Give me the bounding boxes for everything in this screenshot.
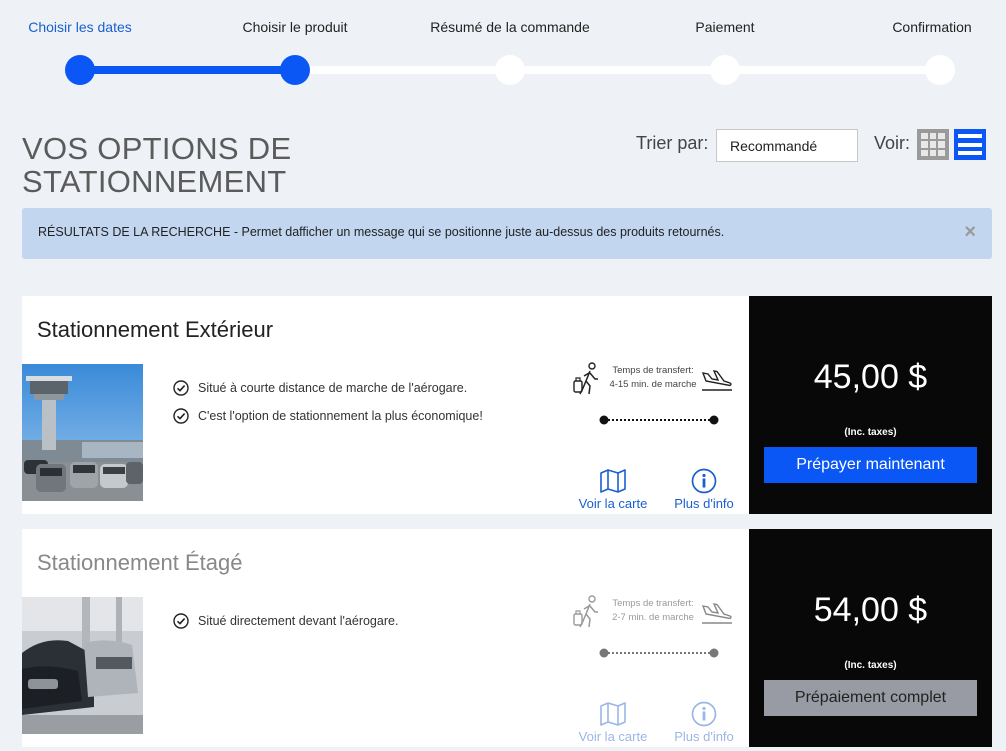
alert-message: RÉSULTATS DE LA RECHERCHE - Permet daffi… bbox=[38, 225, 725, 239]
step-label-payment: Paiement bbox=[695, 19, 755, 35]
feature-text: C'est l'option de stationnement la plus … bbox=[198, 409, 483, 423]
product-title: Stationnement Extérieur bbox=[37, 317, 274, 342]
walking-luggage-icon bbox=[573, 362, 598, 395]
map-icon bbox=[600, 702, 626, 726]
step-dot-confirmation bbox=[925, 55, 955, 85]
sort-label: Trier par: bbox=[636, 133, 709, 153]
prepay-now-button[interactable]: Prépayer maintenant bbox=[764, 447, 977, 483]
stepper-progress bbox=[80, 66, 295, 74]
step-label-confirmation: Confirmation bbox=[892, 19, 972, 35]
feature-item: Situé à courte distance de marche de l'a… bbox=[173, 374, 483, 402]
product-card-exterieur: Stationnement Extérieur Situé à courte d… bbox=[22, 296, 992, 514]
grid-icon bbox=[921, 133, 928, 140]
step-label-summary: Résumé de la commande bbox=[430, 19, 590, 35]
feature-text: Situé directement devant l'aérogare. bbox=[198, 614, 399, 628]
more-info-link[interactable]: Plus d'info bbox=[666, 468, 742, 511]
price-panel: 54,00 $ (Inc. taxes) Prépaiement complet bbox=[749, 529, 992, 747]
info-icon bbox=[691, 468, 717, 494]
check-circle-icon bbox=[173, 380, 189, 396]
info-icon bbox=[691, 701, 717, 727]
tax-note: (Inc. taxes) bbox=[844, 660, 897, 671]
product-price: 54,00 $ bbox=[813, 591, 928, 629]
feature-text: Situé à courte distance de marche de l'a… bbox=[198, 381, 468, 395]
product-price: 45,00 $ bbox=[813, 358, 928, 396]
transfer-distance-line bbox=[599, 415, 719, 425]
feature-item: C'est l'option de stationnement la plus … bbox=[173, 402, 483, 430]
product-features: Situé à courte distance de marche de l'a… bbox=[173, 374, 483, 430]
feature-item: Situé directement devant l'aérogare. bbox=[173, 607, 398, 635]
list-icon bbox=[958, 134, 982, 138]
page-title: VOS OPTIONS DE STATIONNEMENT bbox=[22, 131, 292, 199]
walking-luggage-icon bbox=[573, 595, 598, 628]
airplane-landing-icon bbox=[701, 603, 732, 624]
product-features: Situé directement devant l'aérogare. bbox=[173, 607, 398, 635]
sort-select[interactable]: Recommandé bbox=[716, 129, 858, 162]
transfer-time: 4-15 min. de marche bbox=[609, 379, 697, 390]
map-icon bbox=[600, 469, 626, 493]
check-circle-icon bbox=[173, 613, 189, 629]
product-title: Stationnement Étagé bbox=[37, 550, 243, 575]
check-circle-icon bbox=[173, 408, 189, 424]
step-label-dates[interactable]: Choisir les dates bbox=[28, 19, 132, 35]
grid-view-button[interactable] bbox=[917, 129, 949, 160]
transfer-time-info: Temps de transfert: 4-15 min. de marche bbox=[572, 360, 737, 430]
view-map-link[interactable]: Voir la carte bbox=[575, 701, 651, 744]
more-info-label: Plus d'info bbox=[674, 729, 734, 744]
step-dot-payment bbox=[710, 55, 740, 85]
step-dot-dates[interactable] bbox=[65, 55, 95, 85]
view-map-label: Voir la carte bbox=[578, 729, 648, 744]
step-label-product: Choisir le produit bbox=[242, 19, 348, 35]
airplane-landing-icon bbox=[701, 370, 732, 391]
list-view-button[interactable] bbox=[954, 129, 986, 160]
product-photo-parking-garage bbox=[22, 597, 143, 734]
product-photo-control-tower bbox=[22, 364, 143, 501]
transfer-label: Temps de transfert: bbox=[612, 365, 694, 376]
checkout-stepper: Choisir les dates Choisir le produit Rés… bbox=[0, 0, 1006, 100]
view-map-label: Voir la carte bbox=[578, 496, 648, 511]
close-icon[interactable]: × bbox=[964, 221, 976, 244]
more-info-link[interactable]: Plus d'info bbox=[666, 701, 742, 744]
transfer-distance-line bbox=[599, 648, 719, 658]
transfer-time: 2-7 min. de marche bbox=[612, 612, 694, 623]
step-dot-product bbox=[280, 55, 310, 85]
product-card-etage: Stationnement Étagé Situé directement de… bbox=[22, 529, 992, 747]
view-label: Voir: bbox=[874, 133, 911, 153]
transfer-time-info: Temps de transfert: 2-7 min. de marche bbox=[572, 593, 737, 663]
step-dot-summary bbox=[495, 55, 525, 85]
search-results-alert: RÉSULTATS DE LA RECHERCHE - Permet daffi… bbox=[22, 208, 992, 259]
more-info-label: Plus d'info bbox=[674, 496, 734, 511]
price-panel: 45,00 $ (Inc. taxes) Prépayer maintenant bbox=[749, 296, 992, 514]
tax-note: (Inc. taxes) bbox=[844, 427, 897, 438]
full-prepayment-button[interactable]: Prépaiement complet bbox=[764, 680, 977, 716]
transfer-label: Temps de transfert: bbox=[612, 598, 694, 609]
view-map-link[interactable]: Voir la carte bbox=[575, 468, 651, 511]
